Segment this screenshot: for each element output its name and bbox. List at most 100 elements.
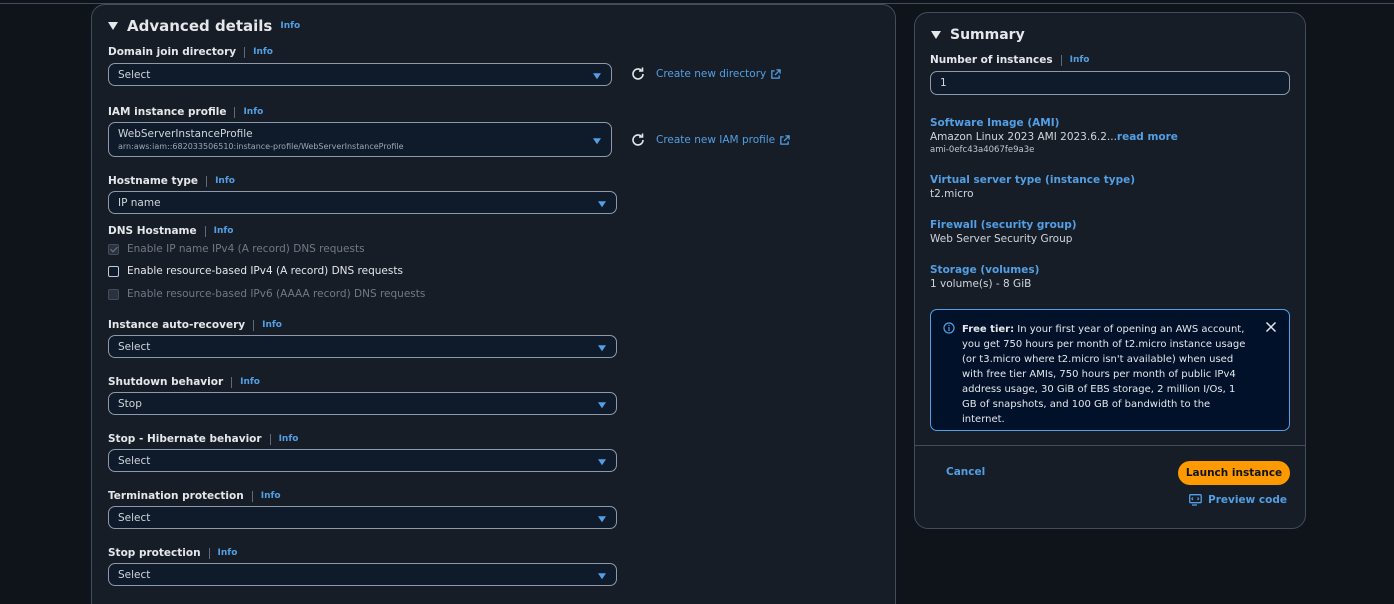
cancel-button[interactable]: Cancel bbox=[946, 466, 985, 478]
create-iam-profile-text[interactable]: Create new IAM profile bbox=[656, 134, 775, 146]
info-link[interactable]: Info bbox=[218, 548, 238, 558]
info-link[interactable]: Info bbox=[1070, 55, 1090, 65]
hibernate-behavior-select[interactable]: Select bbox=[108, 449, 617, 472]
shutdown-behavior-field: Shutdown behavior Info bbox=[108, 375, 260, 389]
storage-field: Storage (volumes) 1 volume(s) - 8 GiB bbox=[930, 264, 1039, 290]
summary-divider bbox=[915, 445, 1305, 446]
select-value: Select bbox=[118, 511, 151, 524]
auto-recovery-select[interactable]: Select bbox=[108, 335, 617, 358]
termination-protection-select[interactable]: Select bbox=[108, 506, 617, 529]
dns-hostname-field: DNS Hostname Info bbox=[108, 224, 233, 238]
select-value: Select bbox=[118, 568, 151, 581]
iam-profile-field: IAM instance profile Info bbox=[108, 105, 263, 119]
advanced-details-panel: Advanced details Info Domain join direct… bbox=[91, 4, 896, 604]
instance-type-field: Virtual server type (instance type) t2.m… bbox=[930, 174, 1135, 200]
info-link[interactable]: Info bbox=[214, 226, 234, 236]
info-link[interactable]: Info bbox=[279, 434, 299, 444]
info-link[interactable]: Info bbox=[243, 107, 263, 117]
hostname-type-select[interactable]: IP name bbox=[108, 191, 617, 214]
firewall-field: Firewall (security group) Web Server Sec… bbox=[930, 219, 1077, 245]
iam-profile-label: IAM instance profile bbox=[108, 106, 227, 118]
refresh-icon[interactable] bbox=[630, 132, 646, 148]
firewall-value: Web Server Security Group bbox=[930, 233, 1073, 245]
dns-hostname-label: DNS Hostname bbox=[108, 225, 197, 237]
create-directory-text[interactable]: Create new directory bbox=[656, 68, 766, 80]
summary-panel: Summary Number of instances Info 1 Softwa… bbox=[914, 12, 1306, 529]
auto-recovery-label: Instance auto-recovery bbox=[108, 319, 246, 331]
select-value: Select bbox=[118, 68, 151, 81]
info-link[interactable]: Info bbox=[261, 491, 281, 501]
close-icon[interactable] bbox=[1265, 321, 1277, 333]
checkbox-label: Enable resource-based IPv4 (A record) DN… bbox=[127, 265, 403, 277]
iam-profile-select[interactable]: WebServerInstanceProfile arn:aws:iam::68… bbox=[108, 122, 612, 157]
ami-value: Amazon Linux 2023 AMI 2023.6.2... bbox=[930, 131, 1117, 143]
caret-down-icon bbox=[598, 458, 606, 465]
firewall-link[interactable]: Firewall (security group) bbox=[930, 219, 1077, 231]
hibernate-behavior-field: Stop - Hibernate behavior Info bbox=[108, 432, 298, 446]
caret-down-icon bbox=[593, 72, 601, 79]
hostname-type-label: Hostname type bbox=[108, 175, 199, 187]
checkbox[interactable] bbox=[108, 288, 119, 300]
external-link-icon bbox=[771, 68, 781, 79]
checkbox[interactable] bbox=[108, 265, 119, 277]
free-tier-text: In your first year of opening an AWS acc… bbox=[962, 324, 1246, 425]
stop-protection-field: Stop protection Info bbox=[108, 546, 237, 560]
instance-type-value: t2.micro bbox=[930, 188, 974, 200]
caret-down-icon[interactable] bbox=[108, 22, 118, 30]
shutdown-behavior-label: Shutdown behavior bbox=[108, 376, 224, 388]
checkbox-label: Enable IP name IPv4 (A record) DNS reque… bbox=[127, 243, 365, 255]
free-tier-alert: Free tier: In your first year of opening… bbox=[930, 309, 1290, 431]
termination-protection-field: Termination protection Info bbox=[108, 489, 281, 503]
instances-input[interactable]: 1 bbox=[930, 71, 1290, 95]
create-iam-profile-link[interactable]: Create new IAM profile bbox=[630, 132, 790, 148]
termination-protection-label: Termination protection bbox=[108, 490, 244, 502]
stop-protection-select[interactable]: Select bbox=[108, 563, 617, 586]
instances-field: Number of instances Info bbox=[930, 53, 1089, 67]
checkbox-label: Enable resource-based IPv6 (AAAA record)… bbox=[127, 288, 426, 300]
launch-instance-button[interactable]: Launch instance bbox=[1178, 461, 1290, 485]
external-link-icon bbox=[780, 134, 790, 145]
ami-id: ami-0efc43a4067fe9a3e bbox=[930, 145, 1035, 155]
iam-profile-arn: arn:aws:iam::682033506510:instance-profi… bbox=[118, 142, 404, 151]
info-link[interactable]: Info bbox=[262, 320, 282, 330]
info-link[interactable]: Info bbox=[253, 47, 273, 57]
preview-code-button[interactable]: Preview code bbox=[1189, 494, 1287, 506]
resource-ipv6-checkbox[interactable]: Enable resource-based IPv6 (AAAA record)… bbox=[108, 288, 425, 300]
read-more-link[interactable]: read more bbox=[1117, 131, 1178, 143]
info-link[interactable]: Info bbox=[280, 21, 300, 31]
storage-link[interactable]: Storage (volumes) bbox=[930, 264, 1039, 276]
instances-label: Number of instances bbox=[930, 54, 1053, 66]
shutdown-behavior-select[interactable]: Stop bbox=[108, 392, 617, 415]
domain-join-label: Domain join directory bbox=[108, 46, 237, 58]
stop-protection-label: Stop protection bbox=[108, 547, 201, 559]
info-link[interactable]: Info bbox=[215, 176, 235, 186]
caret-down-icon bbox=[598, 515, 606, 522]
storage-value: 1 volume(s) - 8 GiB bbox=[930, 278, 1032, 290]
domain-join-select[interactable]: Select bbox=[108, 63, 612, 86]
summary-header[interactable]: Summary bbox=[931, 27, 1025, 43]
summary-title: Summary bbox=[950, 27, 1025, 43]
instance-type-link[interactable]: Virtual server type (instance type) bbox=[930, 174, 1135, 186]
preview-code-text[interactable]: Preview code bbox=[1208, 494, 1287, 506]
select-value: WebServerInstanceProfile bbox=[118, 128, 253, 140]
refresh-icon[interactable] bbox=[630, 66, 646, 82]
select-value: Stop bbox=[118, 397, 142, 410]
info-circle-icon bbox=[943, 322, 955, 334]
caret-down-icon[interactable] bbox=[931, 31, 941, 39]
info-link[interactable]: Info bbox=[240, 377, 260, 387]
select-value: Select bbox=[118, 454, 151, 467]
select-value: IP name bbox=[118, 196, 161, 209]
resource-ipv4-checkbox[interactable]: Enable resource-based IPv4 (A record) DN… bbox=[108, 265, 403, 277]
checkbox[interactable] bbox=[108, 243, 119, 255]
caret-down-icon bbox=[598, 572, 606, 579]
ami-field: Software Image (AMI) Amazon Linux 2023 A… bbox=[930, 117, 1178, 155]
caret-down-icon bbox=[598, 200, 606, 207]
auto-recovery-field: Instance auto-recovery Info bbox=[108, 318, 282, 332]
create-directory-link[interactable]: Create new directory bbox=[630, 66, 781, 82]
dns-ipv4-a-record-checkbox[interactable]: Enable IP name IPv4 (A record) DNS reque… bbox=[108, 243, 365, 255]
advanced-details-header[interactable]: Advanced details Info bbox=[108, 17, 300, 35]
hibernate-behavior-label: Stop - Hibernate behavior bbox=[108, 433, 262, 445]
select-value: Select bbox=[118, 340, 151, 353]
caret-down-icon bbox=[598, 401, 606, 408]
ami-link[interactable]: Software Image (AMI) bbox=[930, 117, 1178, 129]
